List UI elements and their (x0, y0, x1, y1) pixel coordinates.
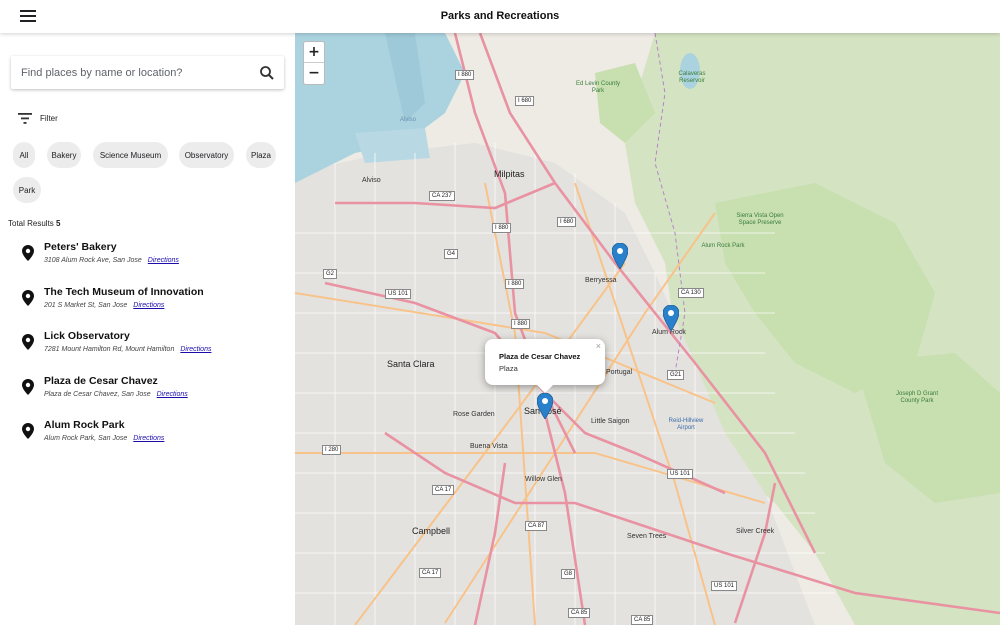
search-input[interactable] (11, 56, 251, 89)
park-label: Sierra Vista Open Space Preserve (736, 213, 784, 226)
result-item[interactable]: Lick Observatory 7281 Mount Hamilton Rd,… (0, 330, 290, 370)
highway-shield: US 101 (385, 289, 412, 299)
location-pin-icon (22, 379, 34, 395)
chip-all[interactable]: All (13, 142, 35, 168)
map-marker[interactable] (537, 393, 553, 419)
place-label: Buena Vista (470, 443, 508, 450)
highway-shield: I 880 (492, 223, 512, 233)
result-address: 7281 Mount Hamilton Rd, Mount Hamilton (44, 346, 175, 353)
water-label: Alviso (400, 117, 417, 123)
map-view[interactable]: + − Milpitas Alviso Berryessa Santa Clar… (295, 33, 1000, 625)
highway-shield: CA 85 (568, 608, 591, 618)
filter-icon (18, 112, 32, 124)
highway-shield: CA 17 (432, 485, 455, 495)
map-marker[interactable] (663, 305, 679, 331)
map-marker[interactable] (612, 243, 628, 269)
location-pin-icon (22, 290, 34, 306)
place-label: Santa Clara (387, 359, 435, 369)
marker-popup: Plaza de Cesar Chavez Plaza × (485, 339, 605, 393)
result-name: The Tech Museum of Innovation (44, 286, 204, 298)
chip-bakery[interactable]: Bakery (47, 142, 81, 168)
highway-shield: CA 130 (678, 288, 704, 298)
popup-subtitle: Plaza (499, 364, 518, 373)
result-address: Plaza de Cesar Chavez, San Jose (44, 391, 151, 398)
highway-shield: G2 (323, 269, 338, 279)
highway-shield: I 680 (557, 217, 577, 227)
zoom-control: + − (303, 41, 325, 85)
highway-shield: I 880 (505, 279, 525, 289)
chip-plaza[interactable]: Plaza (246, 142, 276, 168)
top-app-bar: Parks and Recreations (0, 0, 1000, 33)
zoom-in-button[interactable]: + (304, 42, 324, 63)
directions-link[interactable]: Directions (148, 257, 179, 264)
result-name: Plaza de Cesar Chavez (44, 375, 158, 387)
chip-observatory[interactable]: Observatory (179, 142, 234, 168)
highway-shield: G8 (561, 569, 576, 579)
highway-shield: CA 87 (525, 521, 548, 531)
filter-button[interactable]: Filter (18, 111, 58, 125)
total-results-count: 5 (56, 219, 61, 228)
result-name: Peters' Bakery (44, 241, 117, 253)
result-item[interactable]: Peters' Bakery 3108 Alum Rock Ave, San J… (0, 241, 290, 281)
highway-shield: G4 (444, 249, 459, 259)
airport-label: Reid-Hillview Airport (668, 418, 704, 431)
park-label: Ed Levin County Park (575, 81, 621, 94)
location-pin-icon (22, 423, 34, 439)
result-item[interactable]: The Tech Museum of Innovation 201 S Mark… (0, 286, 290, 326)
highway-shield: CA 17 (419, 568, 442, 578)
place-label: Berryessa (585, 277, 617, 284)
place-label: Little Saigon (591, 418, 630, 425)
highway-shield: CA 85 (631, 615, 654, 625)
directions-link[interactable]: Directions (133, 435, 164, 442)
page-title: Parks and Recreations (440, 10, 560, 22)
search-icon[interactable] (258, 64, 276, 82)
directions-link[interactable]: Directions (157, 391, 188, 398)
chip-park[interactable]: Park (13, 177, 41, 203)
chip-science-museum[interactable]: Science Museum (93, 142, 168, 168)
directions-link[interactable]: Directions (133, 302, 164, 309)
highway-shield: I 680 (515, 96, 535, 106)
place-label: Seven Trees (627, 533, 667, 540)
popup-title: Plaza de Cesar Chavez (499, 352, 581, 361)
close-icon[interactable]: × (596, 341, 601, 351)
search-box (11, 56, 284, 89)
highway-shield: US 101 (711, 581, 738, 591)
park-label: Joseph D Grant County Park (895, 391, 939, 404)
park-label: Alum Rock Park (701, 243, 745, 249)
result-address: 3108 Alum Rock Ave, San Jose (44, 257, 142, 264)
place-label: Portugal (606, 369, 633, 376)
result-address: Alum Rock Park, San Jose (44, 435, 128, 442)
highway-shield: I 280 (322, 445, 342, 455)
sidebar: Filter All Bakery Science Museum Observa… (0, 33, 295, 625)
result-name: Alum Rock Park (44, 419, 125, 431)
location-pin-icon (22, 334, 34, 350)
highway-shield: US 101 (667, 469, 694, 479)
place-label: Rose Garden (453, 411, 495, 418)
park-label: Calaveras Reservoir (678, 71, 706, 84)
result-item[interactable]: Alum Rock Park Alum Rock Park, San Jose D… (0, 419, 290, 459)
location-pin-icon (22, 245, 34, 261)
place-label: Milpitas (494, 169, 525, 179)
zoom-out-button[interactable]: − (304, 63, 324, 84)
highway-shield: CA 237 (429, 191, 455, 201)
highway-shield: G21 (667, 370, 685, 380)
result-name: Lick Observatory (44, 330, 130, 342)
filter-label: Filter (40, 113, 58, 123)
result-item[interactable]: Plaza de Cesar Chavez Plaza de Cesar Cha… (0, 375, 290, 415)
place-label: Silver Creek (736, 528, 775, 535)
result-address: 201 S Market St, San Jose (44, 302, 128, 309)
place-label: Campbell (412, 526, 451, 536)
total-results-label: Total Results (8, 219, 54, 228)
place-label: Alviso (362, 177, 381, 184)
directions-link[interactable]: Directions (180, 346, 211, 353)
highway-shield: I 880 (511, 319, 531, 329)
place-label: Willow Glen (525, 476, 562, 483)
total-results: Total Results 5 (8, 219, 60, 228)
highway-shield: I 880 (455, 70, 475, 80)
